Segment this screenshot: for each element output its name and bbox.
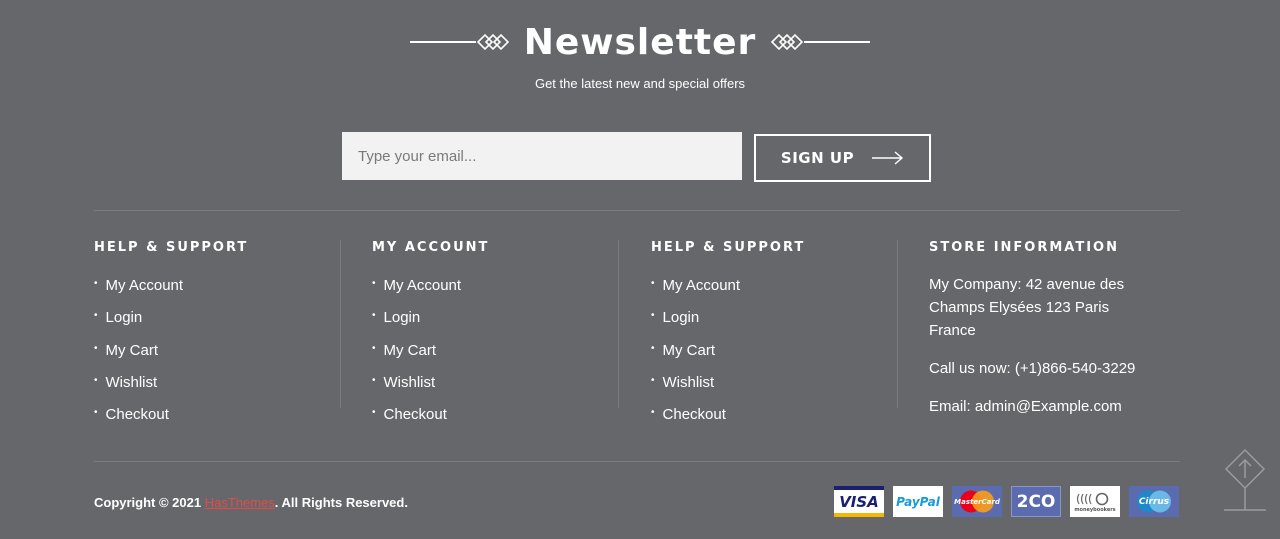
bullet-icon: • [94,310,98,322]
link-my-cart[interactable]: My Cart [384,342,437,359]
list-item: • My Cart [372,342,622,374]
list-item: • My Cart [94,342,344,374]
bullet-icon: • [651,374,655,386]
column-divider [618,240,619,408]
mastercard-icon: MasterCard [952,486,1002,517]
bullet-icon: • [94,407,98,419]
list-item: • My Account [372,277,622,309]
link-my-account[interactable]: My Account [106,277,184,294]
bullet-icon: • [651,407,655,419]
store-phone: Call us now: (+1)866-540-3229 [929,360,1136,377]
decor-line-left [409,41,476,43]
copyright-suffix: . All Rights Reserved. [274,495,408,510]
brand-link[interactable]: HasThemes [205,495,275,510]
link-list: • My Account • Login • My Cart • Wishlist • C… [372,277,622,438]
store-details: My Company: 42 avenue des Champs Elysées… [929,273,1149,418]
bullet-icon: • [651,342,655,354]
visa-icon: VISA [834,486,884,517]
scroll-up-icon [1224,448,1266,511]
list-item: • Checkout [372,406,622,438]
bullet-icon: • [372,278,376,289]
signup-label: SIGN UP [780,149,855,167]
bullet-icon: • [372,310,376,322]
footer-column-help-support-1: HELP & SUPPORT • My Account • Login • My Ca… [94,240,344,438]
column-title: MY ACCOUNT [372,240,490,255]
list-item: • Login [651,309,901,341]
footer-column-my-account: MY ACCOUNT • My Account • Login • My Cart •… [372,240,622,438]
2co-icon: 2CO [1011,486,1061,517]
link-list: • My Account • Login • My Cart • Wishlist • C… [94,277,344,438]
moneybookers-waves [1076,492,1109,505]
bullet-icon: • [94,374,98,386]
column-title: HELP & SUPPORT [651,240,806,255]
diamonds-right-icon [771,33,804,51]
link-checkout[interactable]: Checkout [663,406,726,423]
link-wishlist[interactable]: Wishlist [384,374,436,391]
diamonds-left-icon [476,33,509,51]
footer-column-help-support-2: HELP & SUPPORT • My Account • Login • My Ca… [651,240,901,438]
arrow-right-icon [872,151,904,165]
bullet-icon: • [94,342,98,354]
link-checkout[interactable]: Checkout [384,406,447,423]
link-my-cart[interactable]: My Cart [106,342,159,359]
link-my-account[interactable]: My Account [384,277,462,294]
bullet-icon: • [372,342,376,354]
footer-column-store-information: STORE INFORMATION My Company: 42 avenue … [929,240,1179,433]
scroll-top-button[interactable] [1222,448,1268,512]
link-login[interactable]: Login [663,309,700,326]
store-email: Email: admin@Example.com [929,398,1122,415]
bullet-icon: • [372,374,376,386]
moneybookers-icon: moneybookers [1070,486,1120,517]
link-checkout[interactable]: Checkout [106,406,169,423]
link-login[interactable]: Login [384,309,421,326]
bullet-icon: • [372,407,376,419]
list-item: • My Cart [651,342,901,374]
list-item: • Login [94,309,344,341]
paypal-icon: PayPal [893,486,943,517]
list-item: • Wishlist [372,374,622,406]
list-item: • Wishlist [94,374,344,406]
link-my-cart[interactable]: My Cart [663,342,716,359]
list-item: • Checkout [651,406,901,438]
list-item: • Wishlist [651,374,901,406]
column-title: STORE INFORMATION [929,240,1119,255]
list-item: • My Account [94,277,344,309]
bullet-icon: • [651,310,655,322]
signup-button[interactable]: SIGN UP [754,134,931,182]
decor-line-right [804,41,871,43]
link-my-account[interactable]: My Account [663,277,741,294]
column-title: HELP & SUPPORT [94,240,249,255]
link-login[interactable]: Login [106,309,143,326]
bullet-icon: • [651,278,655,289]
link-wishlist[interactable]: Wishlist [663,374,715,391]
email-input[interactable] [342,132,742,180]
newsletter-heading: Newsletter [0,18,1280,66]
copyright-prefix: Copyright © 2021 [94,495,205,510]
link-wishlist[interactable]: Wishlist [106,374,158,391]
newsletter-subtitle: Get the latest new and special offers [534,76,746,91]
link-list: • My Account • Login • My Cart • Wishlist • C… [651,277,901,438]
list-item: • Checkout [94,406,344,438]
list-item: • My Account [651,277,901,309]
divider-top [94,210,1180,211]
store-address: My Company: 42 avenue des Champs Elysées… [929,276,1125,339]
column-divider [897,240,898,408]
copyright-text: Copyright © 2021 HasThemes. All Rights R… [94,495,408,510]
newsletter-title: Newsletter [523,21,757,63]
bullet-icon: • [94,278,98,289]
column-divider [340,240,341,408]
cirrus-icon: Cirrus [1129,486,1179,517]
list-item: • Login [372,309,622,341]
payment-methods: VISA PayPal MasterCard 2CO moneybookers … [834,486,1179,517]
divider-bottom [94,461,1180,462]
